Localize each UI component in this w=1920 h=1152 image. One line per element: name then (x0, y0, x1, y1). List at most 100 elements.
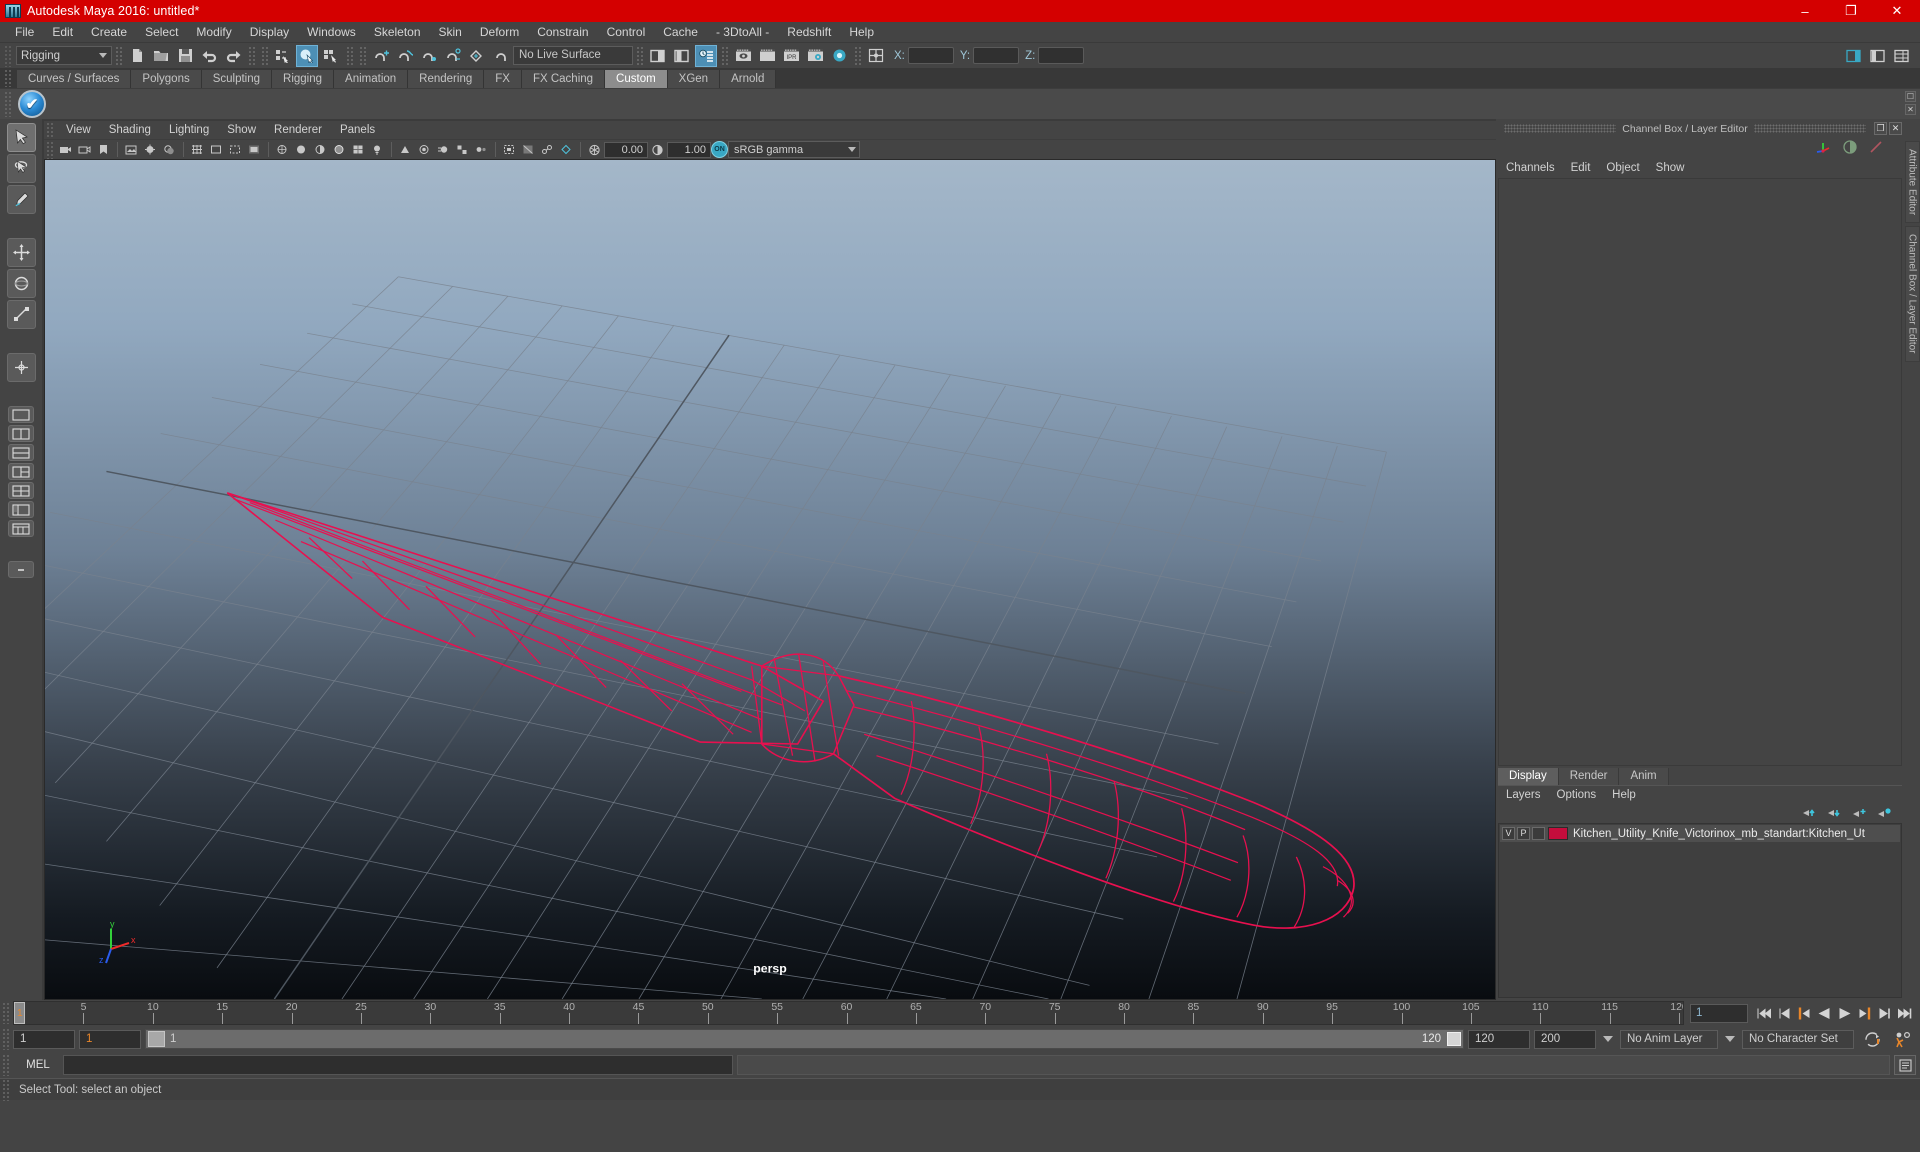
snap-point-icon[interactable] (418, 45, 440, 67)
help-line-grip[interactable] (2, 1078, 11, 1101)
layer-color-swatch[interactable] (1548, 827, 1568, 840)
viewport-menu-grip[interactable] (46, 122, 53, 138)
range-slider-grip[interactable] (2, 1028, 11, 1050)
viewport-menu-renderer[interactable]: Renderer (265, 121, 331, 139)
range-end-handle[interactable] (1447, 1032, 1461, 1046)
open-sidebar-icon[interactable] (647, 45, 669, 67)
show-channel-box-icon[interactable] (1891, 45, 1913, 67)
menu-control[interactable]: Control (598, 22, 655, 42)
time-slider-grip[interactable] (2, 1002, 11, 1024)
snap-grid-icon[interactable] (370, 45, 392, 67)
multisample-icon[interactable] (453, 141, 471, 158)
paint-select-tool[interactable] (6, 185, 36, 214)
maximize-button[interactable]: ❐ (1828, 0, 1874, 22)
viewport-menu-shading[interactable]: Shading (100, 121, 160, 139)
viewport-menu-panels[interactable]: Panels (331, 121, 384, 139)
custom-check-shelf-icon[interactable]: ✔ (18, 90, 46, 118)
menu-create[interactable]: Create (82, 22, 136, 42)
channel-box-menu-show[interactable]: Show (1648, 158, 1693, 178)
viewport-menu-lighting[interactable]: Lighting (160, 121, 218, 139)
menu-file[interactable]: File (6, 22, 43, 42)
shelf-close-button[interactable]: ✕ (1905, 104, 1916, 115)
wireframe-shading-icon[interactable] (273, 141, 291, 158)
save-scene-icon[interactable] (174, 45, 196, 67)
menu-select[interactable]: Select (136, 22, 187, 42)
gamma-icon[interactable] (648, 141, 666, 158)
channel-box-menu-channels[interactable]: Channels (1498, 158, 1563, 178)
layer-type-toggle[interactable] (1532, 827, 1545, 840)
step-back-frame-icon[interactable] (1795, 1003, 1813, 1023)
minus-layout[interactable] (8, 561, 34, 578)
render-settings-icon[interactable] (804, 45, 826, 67)
menu-display[interactable]: Display (241, 22, 298, 42)
xray-joints-icon[interactable] (538, 141, 556, 158)
shape-channels-icon[interactable] (1842, 139, 1858, 155)
range-start-handle[interactable] (148, 1031, 165, 1047)
color-management-toggle[interactable]: ON (711, 141, 728, 158)
range-end-field[interactable]: 120 (1468, 1029, 1530, 1049)
go-to-end-icon[interactable] (1895, 1003, 1913, 1023)
character-set-selector[interactable]: No Character Set (1742, 1029, 1854, 1049)
channel-box-menu-edit[interactable]: Edit (1563, 158, 1599, 178)
snap-projected-center-icon[interactable] (442, 45, 464, 67)
hypershade-layout[interactable] (8, 520, 34, 537)
smooth-shade-all-icon[interactable] (292, 141, 310, 158)
z-coord-field[interactable] (1038, 47, 1085, 64)
menu-set-selector[interactable]: Rigging (16, 46, 112, 65)
layer-tab-display[interactable]: Display (1498, 768, 1559, 785)
range-slider-bar[interactable]: 1 120 (145, 1029, 1464, 1049)
close-button[interactable]: ✕ (1874, 0, 1920, 22)
script-editor-icon[interactable] (1894, 1055, 1916, 1075)
play-backwards-icon[interactable] (1815, 1003, 1833, 1023)
viewport-menu-view[interactable]: View (57, 121, 100, 139)
minimize-button[interactable]: – (1782, 0, 1828, 22)
open-attribute-editor-icon[interactable] (695, 44, 717, 67)
shelf-tab-fx-caching[interactable]: FX Caching (521, 70, 606, 88)
render-current-frame-icon[interactable] (756, 45, 778, 67)
auto-key-icon[interactable] (1864, 1031, 1883, 1048)
gate-mask-icon[interactable] (245, 141, 263, 158)
resolution-gate-icon[interactable] (226, 141, 244, 158)
select-hierarchy-icon[interactable] (272, 45, 294, 67)
rotate-tool[interactable] (6, 269, 36, 298)
shelf-tab-curves-surfaces[interactable]: Curves / Surfaces (17, 70, 132, 88)
new-layer-from-selected-icon[interactable] (1876, 807, 1892, 819)
live-surface-field[interactable]: No Live Surface (513, 46, 633, 65)
anim-end-field[interactable]: 200 (1534, 1029, 1596, 1049)
animation-preferences-icon[interactable] (1893, 1031, 1912, 1048)
anim-start-field[interactable]: 1 (13, 1029, 75, 1049)
side-tab-attribute-editor[interactable]: Attribute Editor (1904, 141, 1920, 224)
time-slider-playhead[interactable]: 1 (14, 1002, 25, 1024)
transform-channels-icon[interactable] (1815, 139, 1832, 156)
two-pane-stacked-layout[interactable] (8, 444, 34, 461)
grid-icon[interactable] (188, 141, 206, 158)
output-channels-icon[interactable] (1868, 139, 1884, 155)
shelf-tab-xgen[interactable]: XGen (667, 70, 721, 88)
two-pane-side-layout[interactable] (8, 425, 34, 442)
new-scene-icon[interactable] (126, 45, 148, 67)
film-gate-icon[interactable] (207, 141, 225, 158)
smooth-shade-selected-icon[interactable] (311, 141, 329, 158)
play-forwards-icon[interactable] (1835, 1003, 1853, 1023)
toolbar-grip[interactable] (4, 44, 13, 67)
select-tool[interactable] (6, 123, 36, 152)
redo-icon[interactable] (222, 45, 244, 67)
channel-box-body[interactable] (1498, 178, 1902, 766)
menu-modify[interactable]: Modify (187, 22, 240, 42)
render-view-icon[interactable] (732, 45, 754, 67)
snap-view-plane-icon[interactable] (466, 45, 488, 67)
single-view-layout[interactable] (8, 406, 34, 423)
move-layer-down-icon[interactable] (1826, 807, 1842, 819)
anim-layer-chevron-down-icon[interactable] (1603, 1036, 1613, 1042)
three-pane-layout[interactable] (8, 463, 34, 480)
layer-playback-toggle[interactable]: P (1517, 827, 1530, 840)
command-language-label[interactable]: MEL (13, 1059, 63, 1071)
menu-help[interactable]: Help (840, 22, 883, 42)
layer-row[interactable]: V P Kitchen_Utility_Knife_Victorinox_mb_st… (1500, 825, 1900, 842)
menu-edit[interactable]: Edit (43, 22, 82, 42)
persp-outliner-layout[interactable] (8, 501, 34, 518)
move-tool[interactable] (6, 238, 36, 267)
ao-icon[interactable] (415, 141, 433, 158)
four-view-layout-icon[interactable] (865, 45, 887, 67)
motion-blur-icon[interactable] (434, 141, 452, 158)
